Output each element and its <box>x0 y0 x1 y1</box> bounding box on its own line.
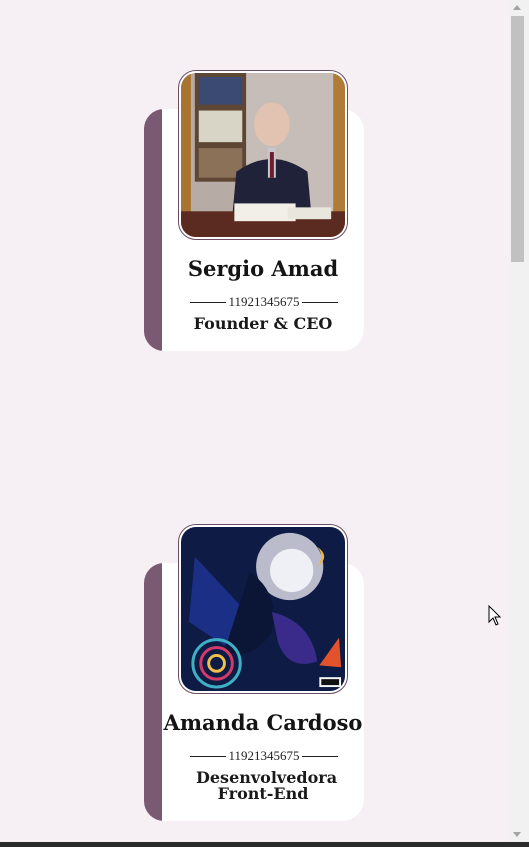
member-name: Sergio Amad <box>187 256 339 281</box>
horizontal-scrollbar[interactable] <box>0 842 529 847</box>
mouse-cursor-icon <box>488 605 502 626</box>
divider-line <box>190 755 227 757</box>
member-phone: 11921345675 <box>228 294 300 309</box>
phone-row: 11921345675 <box>190 748 338 764</box>
phone-row: 11921345675 <box>190 294 338 310</box>
member-name: Amanda Cardoso <box>163 710 363 735</box>
member-role: Desenvolvedora Front-End <box>196 768 338 803</box>
divider-line <box>301 755 338 757</box>
member-photo <box>178 524 348 694</box>
member-photo <box>178 70 348 240</box>
member-role: Founder & CEO <box>193 314 333 333</box>
member-phone: 11921345675 <box>228 748 300 763</box>
scroll-down-arrow-icon[interactable] <box>513 832 521 837</box>
page-viewport: Sergio Amad 11921345675 Founder & CEO Am… <box>0 0 509 842</box>
divider-line <box>301 301 338 303</box>
scroll-up-arrow-icon[interactable] <box>513 5 521 10</box>
divider-line <box>190 301 227 303</box>
vertical-scrollbar[interactable] <box>509 0 529 842</box>
scrollbar-thumb[interactable] <box>511 16 524 262</box>
